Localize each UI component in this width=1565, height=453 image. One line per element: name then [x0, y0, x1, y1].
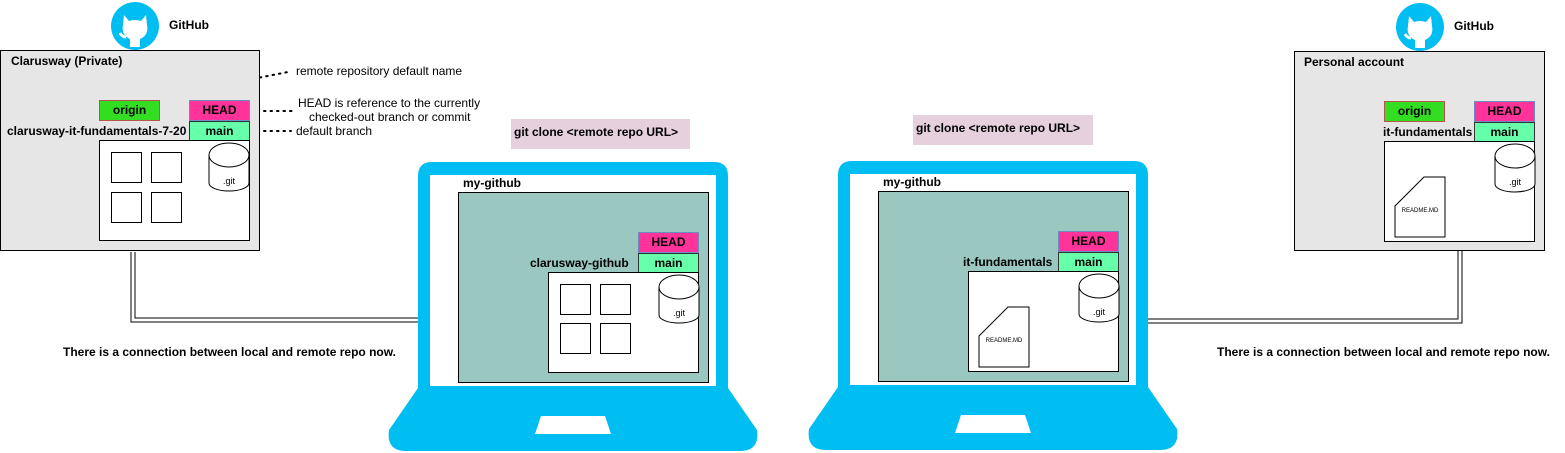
head-tag: HEAD — [638, 232, 699, 253]
main-branch-tag: main — [189, 121, 250, 141]
repo-name: clarusway-github — [530, 256, 629, 270]
github-label-left: GitHub — [169, 18, 209, 32]
git-clone-command-left: git clone <remote repo URL> — [511, 119, 690, 149]
remote-panel-title: Personal account — [1304, 55, 1405, 69]
git-label: .git — [1093, 307, 1106, 317]
folder-name-right: my-github — [883, 175, 941, 189]
git-clone-command-right: git clone <remote repo URL> — [913, 115, 1093, 145]
file-label: README.MD — [986, 338, 1023, 344]
connection-note-right: There is a connection between local and … — [1217, 345, 1550, 359]
connection-note-left: There is a connection between local and … — [63, 345, 396, 359]
main-branch-tag: main — [1474, 122, 1535, 142]
annotation-head-reference-line1: HEAD is reference to the currently — [298, 96, 481, 110]
repo-name: clarusway-it-fundamentals-7-20 — [7, 124, 187, 138]
github-logo-left — [110, 1, 160, 51]
git-database-icon: .git — [1494, 143, 1536, 193]
readme-file-icon: README.MD — [978, 306, 1030, 368]
file-square — [600, 323, 631, 354]
connection-line-right — [1128, 240, 1463, 324]
git-database-icon: .git — [1078, 273, 1120, 323]
repo-name: it-fundamentals — [1383, 125, 1473, 139]
connection-line-left — [130, 252, 459, 323]
git-label: .git — [1509, 177, 1522, 187]
repo-box: .git — [99, 140, 250, 241]
git-database-icon: .git — [658, 274, 700, 324]
folder-name-left: my-github — [463, 176, 521, 190]
head-tag: HEAD — [1474, 101, 1535, 122]
annotation-default-branch: default branch — [296, 124, 373, 138]
github-octocat-icon — [1396, 3, 1444, 51]
annotation-remote-default-name: remote repository default name — [296, 64, 463, 78]
repo-box: README.MD .git — [968, 271, 1120, 372]
github-octocat-icon — [111, 2, 159, 50]
file-square — [111, 192, 142, 223]
origin-tag: origin — [99, 100, 160, 121]
github-label-right: GitHub — [1454, 19, 1494, 33]
github-logo-right — [1395, 2, 1445, 52]
git-label: .git — [673, 308, 686, 318]
head-tag: HEAD — [189, 100, 250, 121]
git-label: .git — [223, 176, 236, 186]
origin-tag: origin — [1384, 101, 1445, 122]
repo-box: README.MD .git — [1384, 141, 1536, 242]
remote-panel-title: Clarusway (Private) — [11, 54, 123, 68]
file-square — [560, 284, 591, 315]
readme-file-icon: README.MD — [1394, 176, 1446, 238]
head-tag: HEAD — [1058, 231, 1119, 252]
file-square — [151, 192, 182, 223]
file-square — [560, 323, 591, 354]
annotation-head-reference-line2: checked-out branch or commit — [309, 110, 471, 124]
file-label: README.MD — [1402, 208, 1439, 214]
file-square — [151, 152, 182, 183]
main-branch-tag: main — [638, 253, 699, 273]
repo-box: .git — [548, 272, 700, 373]
main-branch-tag: main — [1058, 252, 1119, 272]
repo-name: it-fundamentals — [963, 255, 1053, 269]
git-database-icon: .git — [208, 142, 250, 192]
file-square — [600, 284, 631, 315]
file-square — [111, 152, 142, 183]
